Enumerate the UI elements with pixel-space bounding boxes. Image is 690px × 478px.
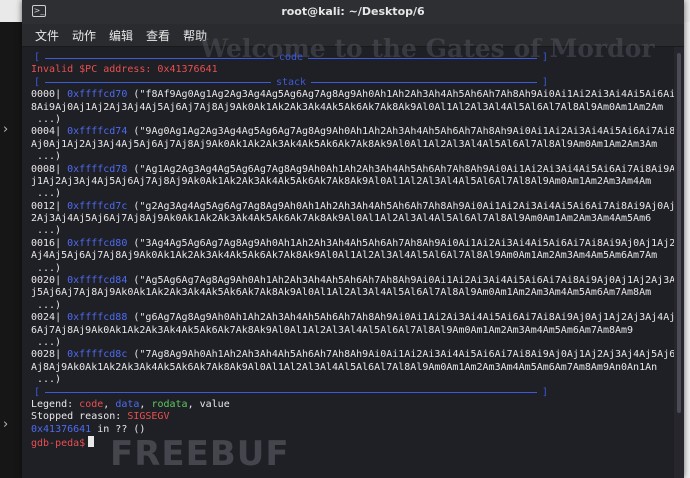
terminal-scrollbar[interactable] bbox=[674, 47, 684, 478]
stack-row-ellipsis: ...) bbox=[37, 151, 62, 163]
legend-code: code bbox=[79, 398, 104, 410]
menu-help[interactable]: 帮助 bbox=[183, 27, 207, 44]
legend-value: value bbox=[199, 398, 230, 410]
terminal-titlebar[interactable]: >_ root@kali: ~/Desktop/6 bbox=[22, 0, 684, 24]
background-left-panel: › › bbox=[0, 22, 22, 478]
stack-string: ("f8Af9Ag0Ag1Ag2Ag3Ag4Ag5Ag6Ag7Ag8Ag9Ah0… bbox=[133, 89, 674, 101]
code-section-label: code bbox=[278, 52, 304, 63]
stack-string: ("g6Ag7Ag8Ag9Ah0Ah1Ah2Ah3Ah4Ah5Ah6Ah7Ah8… bbox=[133, 312, 674, 324]
stack-row: 0020| 0xffffcd84 ("Ag5Ag6Ag7Ag8Ag9Ah0Ah1… bbox=[31, 275, 674, 287]
stack-row-continuation: j1Aj2Aj3Aj4Aj5Aj6Aj7Aj8Aj9Ak0Ak1Ak2Ak3Ak… bbox=[31, 175, 652, 187]
stack-listing: 0000| 0xffffcd70 ("f8Af9Ag0Ag1Ag2Ag3Ag4A… bbox=[31, 89, 674, 386]
stack-row-continuation: 2Aj3Aj4Aj5Aj6Aj7Aj8Aj9Ak0Ak1Ak2Ak3Ak4Ak5… bbox=[31, 213, 652, 225]
stack-row-ellipsis: ...) bbox=[37, 225, 62, 237]
stack-offset: 0024 bbox=[31, 312, 56, 324]
stack-address: 0xffffcd80 bbox=[67, 237, 128, 249]
stack-string: ("3Ag4Ag5Ag6Ag7Ag8Ag9Ah0Ah1Ah2Ah3Ah4Ah5A… bbox=[133, 237, 674, 249]
end-separator: [] bbox=[34, 386, 548, 398]
stack-address: 0xffffcd84 bbox=[67, 275, 128, 287]
stack-string: ("7Ag8Ag9Ah0Ah1Ah2Ah3Ah4Ah5Ah6Ah7Ah8Ah9A… bbox=[133, 349, 674, 361]
code-section-separator: [code] bbox=[34, 52, 548, 63]
stack-address: 0xffffcd78 bbox=[67, 163, 128, 175]
invalid-pc-message: Invalid $PC address: 0x41376641 bbox=[31, 64, 218, 76]
stack-address: 0xffffcd8c bbox=[67, 349, 128, 361]
stack-string: ("Ag1Ag2Ag3Ag4Ag5Ag6Ag7Ag8Ag9Ah0Ah1Ah2Ah… bbox=[133, 163, 674, 175]
stack-row-continuation: Aj0Aj1Aj2Aj3Aj4Aj5Aj6Aj7Aj8Aj9Ak0Ak1Ak2A… bbox=[31, 138, 658, 150]
fault-location-line: 0x41376641 in ?? () bbox=[31, 423, 146, 435]
stack-address: 0xffffcd88 bbox=[67, 312, 128, 324]
stack-string: ("g2Ag3Ag4Ag5Ag6Ag7Ag8Ag9Ah0Ah1Ah2Ah3Ah4… bbox=[133, 200, 674, 212]
terminal-window[interactable]: >_ root@kali: ~/Desktop/6 文件 动作 编辑 查看 帮助… bbox=[22, 0, 684, 478]
stack-row-ellipsis: ...) bbox=[37, 113, 62, 125]
terminal-output[interactable]: [code] Invalid $PC address: 0x41376641 [… bbox=[22, 47, 674, 478]
stack-offset: 0008 bbox=[31, 163, 56, 175]
stack-offset: 0016 bbox=[31, 237, 56, 249]
stack-address: 0xffffcd7c bbox=[67, 200, 128, 212]
chevron-right-icon: › bbox=[3, 417, 9, 432]
stack-row-ellipsis: ...) bbox=[37, 188, 62, 200]
stack-address: 0xffffcd74 bbox=[67, 126, 128, 138]
menu-action[interactable]: 动作 bbox=[72, 27, 96, 44]
menu-file[interactable]: 文件 bbox=[35, 27, 59, 44]
stack-offset: 0012 bbox=[31, 200, 56, 212]
gdb-prompt-line[interactable]: gdb-peda$ bbox=[31, 436, 674, 450]
stack-row-continuation: Aj8Aj9Ak0Ak1Ak2Ak3Ak4Ak5Ak6Ak7Ak8Ak9Al0A… bbox=[31, 361, 658, 373]
menu-edit[interactable]: 编辑 bbox=[109, 27, 133, 44]
stack-row-continuation: 8Ai9Aj0Aj1Aj2Aj3Aj4Aj5Aj6Aj7Aj8Aj9Ak0Ak1… bbox=[31, 101, 664, 113]
stack-row-ellipsis: ...) bbox=[37, 336, 62, 348]
stack-row-ellipsis: ...) bbox=[37, 299, 62, 311]
background-right-strip bbox=[684, 22, 690, 478]
stack-row: 0016| 0xffffcd80 ("3Ag4Ag5Ag6Ag7Ag8Ag9Ah… bbox=[31, 238, 674, 250]
menu-view[interactable]: 查看 bbox=[146, 27, 170, 44]
scrollbar-thumb[interactable] bbox=[677, 53, 681, 413]
stack-row-ellipsis: ...) bbox=[37, 262, 62, 274]
stack-row: 0008| 0xffffcd78 ("Ag1Ag2Ag3Ag4Ag5Ag6Ag7… bbox=[31, 164, 674, 176]
chevron-right-icon: › bbox=[3, 122, 9, 137]
stack-row: 0000| 0xffffcd70 ("f8Af9Ag0Ag1Ag2Ag3Ag4A… bbox=[31, 89, 674, 101]
menu-bar: 文件 动作 编辑 查看 帮助 bbox=[22, 24, 684, 47]
stack-row-continuation: Aj4Aj5Aj6Aj7Aj8Aj9Ak0Ak1Ak2Ak3Ak4Ak5Ak6A… bbox=[31, 250, 658, 262]
window-title: root@kali: ~/Desktop/6 bbox=[281, 5, 425, 18]
stack-string: ("9Ag0Ag1Ag2Ag3Ag4Ag5Ag6Ag7Ag8Ag9Ah0Ah1A… bbox=[133, 126, 674, 138]
gdb-prompt: gdb-peda$ bbox=[31, 438, 86, 450]
stack-section-label: stack bbox=[275, 76, 307, 88]
stack-section-separator: [stack] bbox=[34, 76, 549, 88]
stack-string: ("Ag5Ag6Ag7Ag8Ag9Ah0Ah1Ah2Ah3Ah4Ah5Ah6Ah… bbox=[133, 275, 674, 287]
fault-address: 0x41376641 bbox=[31, 423, 92, 435]
stack-offset: 0000 bbox=[31, 89, 56, 101]
text-cursor bbox=[88, 436, 95, 448]
legend-data: data bbox=[115, 398, 140, 410]
stack-row: 0012| 0xffffcd7c ("g2Ag3Ag4Ag5Ag6Ag7Ag8A… bbox=[31, 201, 674, 213]
stack-row-ellipsis: ...) bbox=[37, 374, 62, 386]
stack-offset: 0020 bbox=[31, 275, 56, 287]
stopped-reason: SIGSEGV bbox=[127, 411, 170, 423]
stack-row: 0028| 0xffffcd8c ("7Ag8Ag9Ah0Ah1Ah2Ah3Ah… bbox=[31, 349, 674, 361]
stack-row: 0004| 0xffffcd74 ("9Ag0Ag1Ag2Ag3Ag4Ag5Ag… bbox=[31, 126, 674, 138]
stack-row-continuation: j5Aj6Aj7Aj8Aj9Ak0Ak1Ak2Ak3Ak4Ak5Ak6Ak7Ak… bbox=[31, 287, 652, 299]
stack-address: 0xffffcd70 bbox=[67, 89, 128, 101]
stack-offset: 0028 bbox=[31, 349, 56, 361]
stack-row: 0024| 0xffffcd88 ("g6Ag7Ag8Ag9Ah0Ah1Ah2A… bbox=[31, 312, 674, 324]
stack-offset: 0004 bbox=[31, 126, 56, 138]
stack-row-continuation: 6Aj7Aj8Aj9Ak0Ak1Ak2Ak3Ak4Ak5Ak6Ak7Ak8Ak9… bbox=[31, 324, 634, 336]
stopped-reason-line: Stopped reason: SIGSEGV bbox=[31, 411, 170, 423]
legend-line: Legend: code, data, rodata, value bbox=[31, 398, 230, 410]
legend-rodata: rodata bbox=[151, 398, 188, 410]
